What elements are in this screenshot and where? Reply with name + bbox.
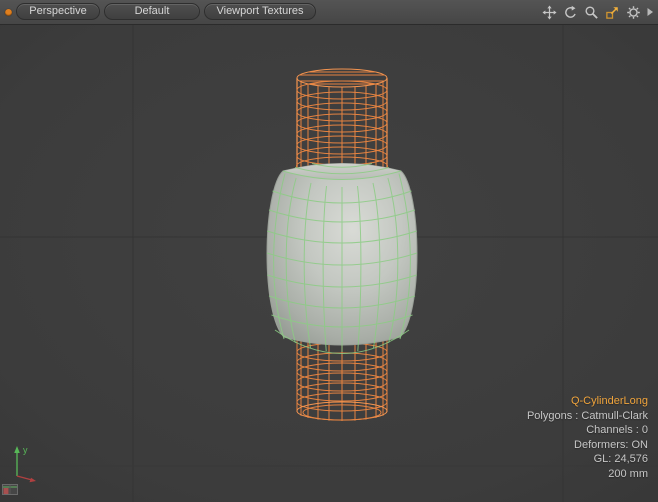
stat-gl-count: GL: 24,576 bbox=[527, 452, 648, 467]
x-axis-arrow bbox=[17, 476, 32, 480]
stat-channels: Channels : 0 bbox=[527, 423, 648, 438]
selected-item-name: Q-CylinderLong bbox=[527, 394, 648, 409]
viewport-active-dot bbox=[5, 9, 12, 16]
stat-grid-size: 200 mm bbox=[527, 467, 648, 482]
subdivided-cylinder-mesh[interactable] bbox=[267, 164, 417, 354]
stat-polygons: Polygons : Catmull-Clark bbox=[527, 409, 648, 424]
workplane-icon[interactable] bbox=[2, 483, 19, 501]
item-info-hud: Q-CylinderLong Polygons : Catmull-Clark … bbox=[527, 394, 648, 481]
toolbar-icon-group bbox=[540, 0, 655, 24]
shading-style-dropdown[interactable]: Default bbox=[104, 3, 200, 20]
stat-deformers: Deformers: ON bbox=[527, 438, 648, 453]
viewport-textures-dropdown[interactable]: Viewport Textures bbox=[204, 3, 316, 20]
viewport-toolbar: Perspective Default Viewport Textures bbox=[0, 0, 658, 25]
zoom-icon[interactable] bbox=[582, 3, 600, 21]
pan-icon[interactable] bbox=[540, 3, 558, 21]
y-axis-arrow bbox=[14, 446, 20, 453]
axis-gizmo: y bbox=[6, 440, 46, 489]
flyout-arrow-icon[interactable] bbox=[645, 3, 655, 21]
maximize-icon[interactable] bbox=[603, 3, 621, 21]
gear-icon[interactable] bbox=[624, 3, 642, 21]
viewport-3d[interactable]: Q-CylinderLong Polygons : Catmull-Clark … bbox=[0, 25, 658, 502]
rotate-icon[interactable] bbox=[561, 3, 579, 21]
view-type-dropdown[interactable]: Perspective bbox=[16, 3, 100, 20]
y-axis-label: y bbox=[23, 445, 28, 455]
modo-3d-viewport-window: { "topbar": { "perspective_button": "Per… bbox=[0, 0, 658, 502]
